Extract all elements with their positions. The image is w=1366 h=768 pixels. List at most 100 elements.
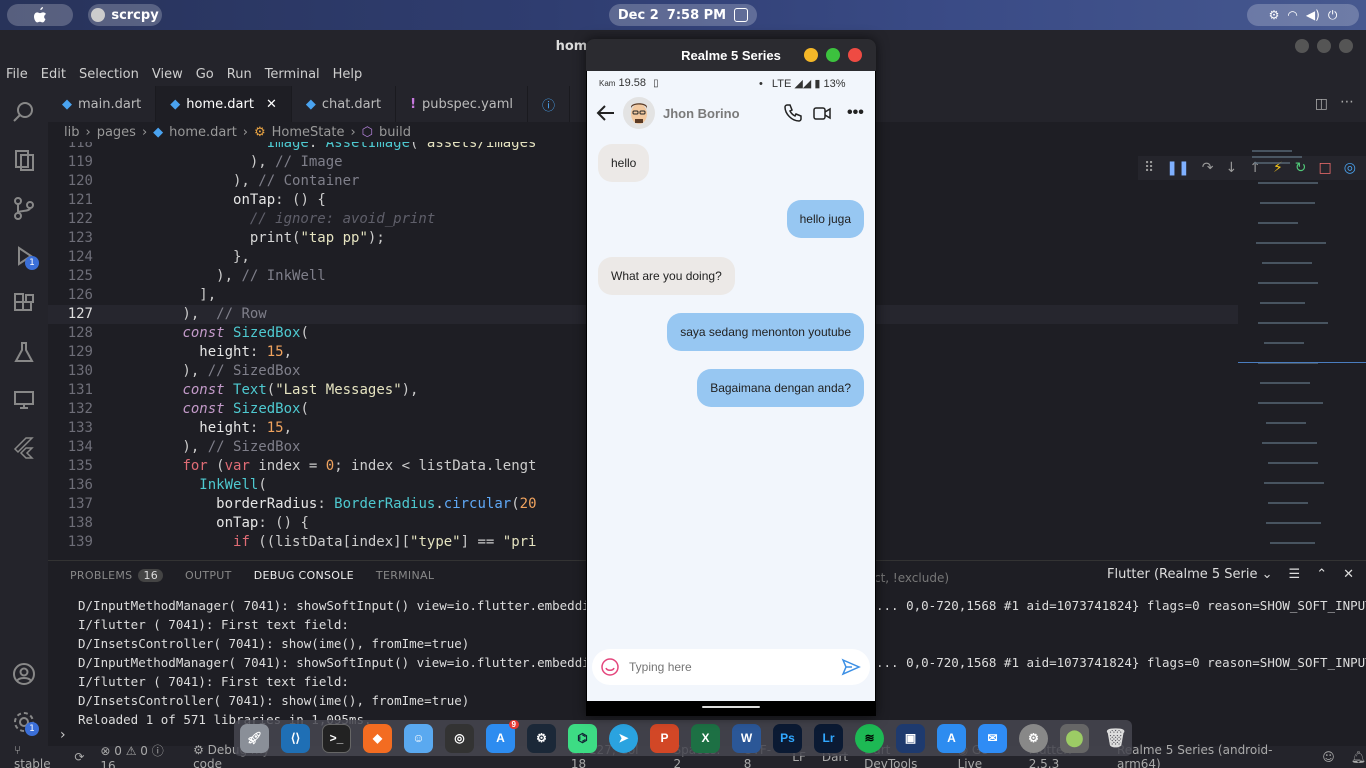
outgoing-message[interactable]: hello juga (786, 200, 864, 239)
breadcrumb-pages[interactable]: pages (97, 125, 136, 140)
tab-problems[interactable]: PROBLEMS 16 (70, 569, 164, 582)
send-icon[interactable] (841, 657, 861, 677)
avatar[interactable] (623, 97, 655, 129)
code-text: height: 15, (199, 420, 293, 436)
tab-chat-dart[interactable]: ◆ chat.dart (292, 86, 397, 122)
menu-edit[interactable]: Edit (41, 67, 66, 82)
minimize-button[interactable] (804, 48, 818, 62)
split-editor-icon[interactable]: ◫ (1315, 96, 1328, 112)
close-button[interactable] (848, 48, 862, 62)
dock-finder-icon[interactable]: ☺ (404, 723, 433, 753)
drag-handle-icon[interactable]: ⠿ (1144, 160, 1154, 176)
minimize-button[interactable] (1295, 39, 1309, 53)
maximize-button[interactable] (1317, 39, 1331, 53)
device-select[interactable]: Flutter (Realme 5 Serie ⌄ (1107, 567, 1273, 582)
dock-vscode-icon[interactable]: ⟨⟩ (281, 723, 310, 753)
maximize-panel-icon[interactable]: ⌃ (1316, 567, 1327, 582)
git-branch[interactable]: ⑂ stable (14, 743, 58, 768)
dock-lightroom-icon[interactable]: Lr (814, 723, 843, 753)
minimap[interactable] (1238, 142, 1366, 560)
step-into-icon[interactable]: ↓ (1225, 160, 1237, 176)
more-actions-icon[interactable]: ⋯ (1340, 94, 1354, 110)
dock-spotify-icon[interactable]: ≋ (855, 723, 884, 753)
dock-android-icon[interactable]: ⬤ (1060, 723, 1089, 753)
breadcrumb-file[interactable]: home.dart (169, 125, 237, 140)
tab-main-dart[interactable]: ◆ main.dart (48, 86, 157, 122)
clock[interactable]: Dec 2 7:58 PM (609, 4, 757, 26)
tab-info[interactable]: ⓘ (528, 86, 571, 122)
feedback-icon[interactable]: ☺ (1322, 750, 1335, 764)
step-over-icon[interactable]: ↷ (1202, 160, 1214, 176)
sync-icon[interactable]: ⟳ (74, 750, 84, 764)
menu-view[interactable]: View (152, 67, 183, 82)
account-icon[interactable] (12, 662, 36, 686)
menu-run[interactable]: Run (227, 67, 252, 82)
extensions-icon[interactable] (12, 292, 36, 316)
tab-pubspec-yaml[interactable]: ! pubspec.yaml (396, 86, 529, 122)
dock-app-store-icon[interactable]: A9 (486, 719, 519, 753)
contact-name[interactable]: Jhon Borino (663, 106, 740, 121)
apple-menu-button[interactable] (7, 4, 73, 26)
tab-debug-console[interactable]: DEBUG CONSOLE (254, 569, 354, 582)
phone-call-icon[interactable] (783, 103, 803, 123)
pause-icon[interactable]: ❚❚ (1166, 160, 1189, 176)
close-button[interactable] (1339, 39, 1353, 53)
clear-console-icon[interactable]: ☰ (1289, 567, 1301, 582)
menu-help[interactable]: Help (333, 67, 363, 82)
flutter-icon[interactable] (12, 436, 36, 460)
emoji-icon[interactable] (600, 657, 620, 677)
dock-android-studio-icon[interactable]: ⌬ (568, 723, 597, 753)
dock-word-icon[interactable]: W (732, 723, 761, 753)
dock-telegram-icon[interactable]: ➤ (609, 723, 638, 753)
outgoing-message[interactable]: Bagaimana dengan anda? (697, 369, 864, 407)
debug-console-output[interactable]: D/InputMethodManager( 7041): showSoftInp… (78, 596, 627, 729)
tab-output[interactable]: OUTPUT (185, 569, 232, 582)
remote-explorer-icon[interactable] (12, 388, 36, 412)
network-type: LTE (771, 78, 792, 90)
dock-steam-icon[interactable]: ⚙ (527, 723, 556, 753)
dock-brave-icon[interactable]: ◆ (363, 723, 392, 753)
message-input[interactable] (629, 660, 829, 674)
incoming-message[interactable]: hello (598, 144, 650, 182)
breadcrumb-class[interactable]: HomeState (272, 125, 345, 140)
dock-powerpoint-icon[interactable]: P (650, 723, 679, 753)
active-app-menu[interactable]: scrcpy (88, 4, 162, 26)
video-call-icon[interactable] (812, 103, 832, 123)
menu-selection[interactable]: Selection (79, 67, 139, 82)
dock-trash-icon[interactable]: 🗑︎ (1101, 724, 1130, 753)
close-panel-icon[interactable]: ✕ (1343, 567, 1354, 582)
menu-file[interactable]: File (6, 67, 28, 82)
dock-scrcpy-icon[interactable]: ▣ (896, 723, 925, 753)
tab-terminal[interactable]: TERMINAL (376, 569, 434, 582)
problems-summary[interactable]: ⊗ 0 ⚠ 0 ⓘ 16 (100, 742, 177, 768)
incoming-message[interactable]: What are you doing? (598, 256, 735, 295)
tab-home-dart[interactable]: ◆ home.dart ✕ (156, 86, 292, 122)
expand-prompt-icon[interactable]: › (60, 727, 66, 743)
filter-input[interactable]: ct, !exclude) (874, 571, 949, 585)
maximize-button[interactable] (826, 48, 840, 62)
dock-photoshop-icon[interactable]: Ps (773, 723, 802, 753)
dock-terminal-icon[interactable]: >_ (322, 723, 351, 753)
dock-launchpad-icon[interactable]: 🚀︎ (240, 723, 269, 753)
search-icon[interactable] (12, 100, 36, 124)
home-gesture-bar[interactable] (702, 706, 760, 708)
status-tray[interactable]: ⚙ ◠ ◀) ⏻ (1247, 4, 1359, 26)
source-control-icon[interactable] (12, 196, 36, 220)
notifications-icon[interactable]: 🔔︎ (1351, 750, 1366, 764)
target-device[interactable]: Realme 5 Series (android-arm64) (1117, 743, 1302, 768)
dock-system-preferences-icon[interactable]: ⚙ (1019, 723, 1048, 753)
explorer-icon[interactable] (12, 148, 36, 172)
back-arrow-icon[interactable] (595, 102, 617, 124)
dock-mail-icon[interactable]: ✉ (978, 723, 1007, 753)
menu-go[interactable]: Go (196, 67, 214, 82)
dock-app-store-2-icon[interactable]: A (937, 723, 966, 753)
testing-icon[interactable] (12, 340, 36, 364)
more-options-icon[interactable]: ••• (847, 104, 864, 122)
dock-excel-icon[interactable]: X (691, 723, 720, 753)
breadcrumb-method[interactable]: build (379, 125, 411, 140)
tab-close-icon[interactable]: ✕ (266, 97, 277, 112)
outgoing-message[interactable]: saya sedang menonton youtube (667, 312, 864, 351)
breadcrumb-lib[interactable]: lib (64, 125, 79, 140)
menu-terminal[interactable]: Terminal (265, 67, 320, 82)
dock-obs-icon[interactable]: ◎ (445, 723, 474, 753)
